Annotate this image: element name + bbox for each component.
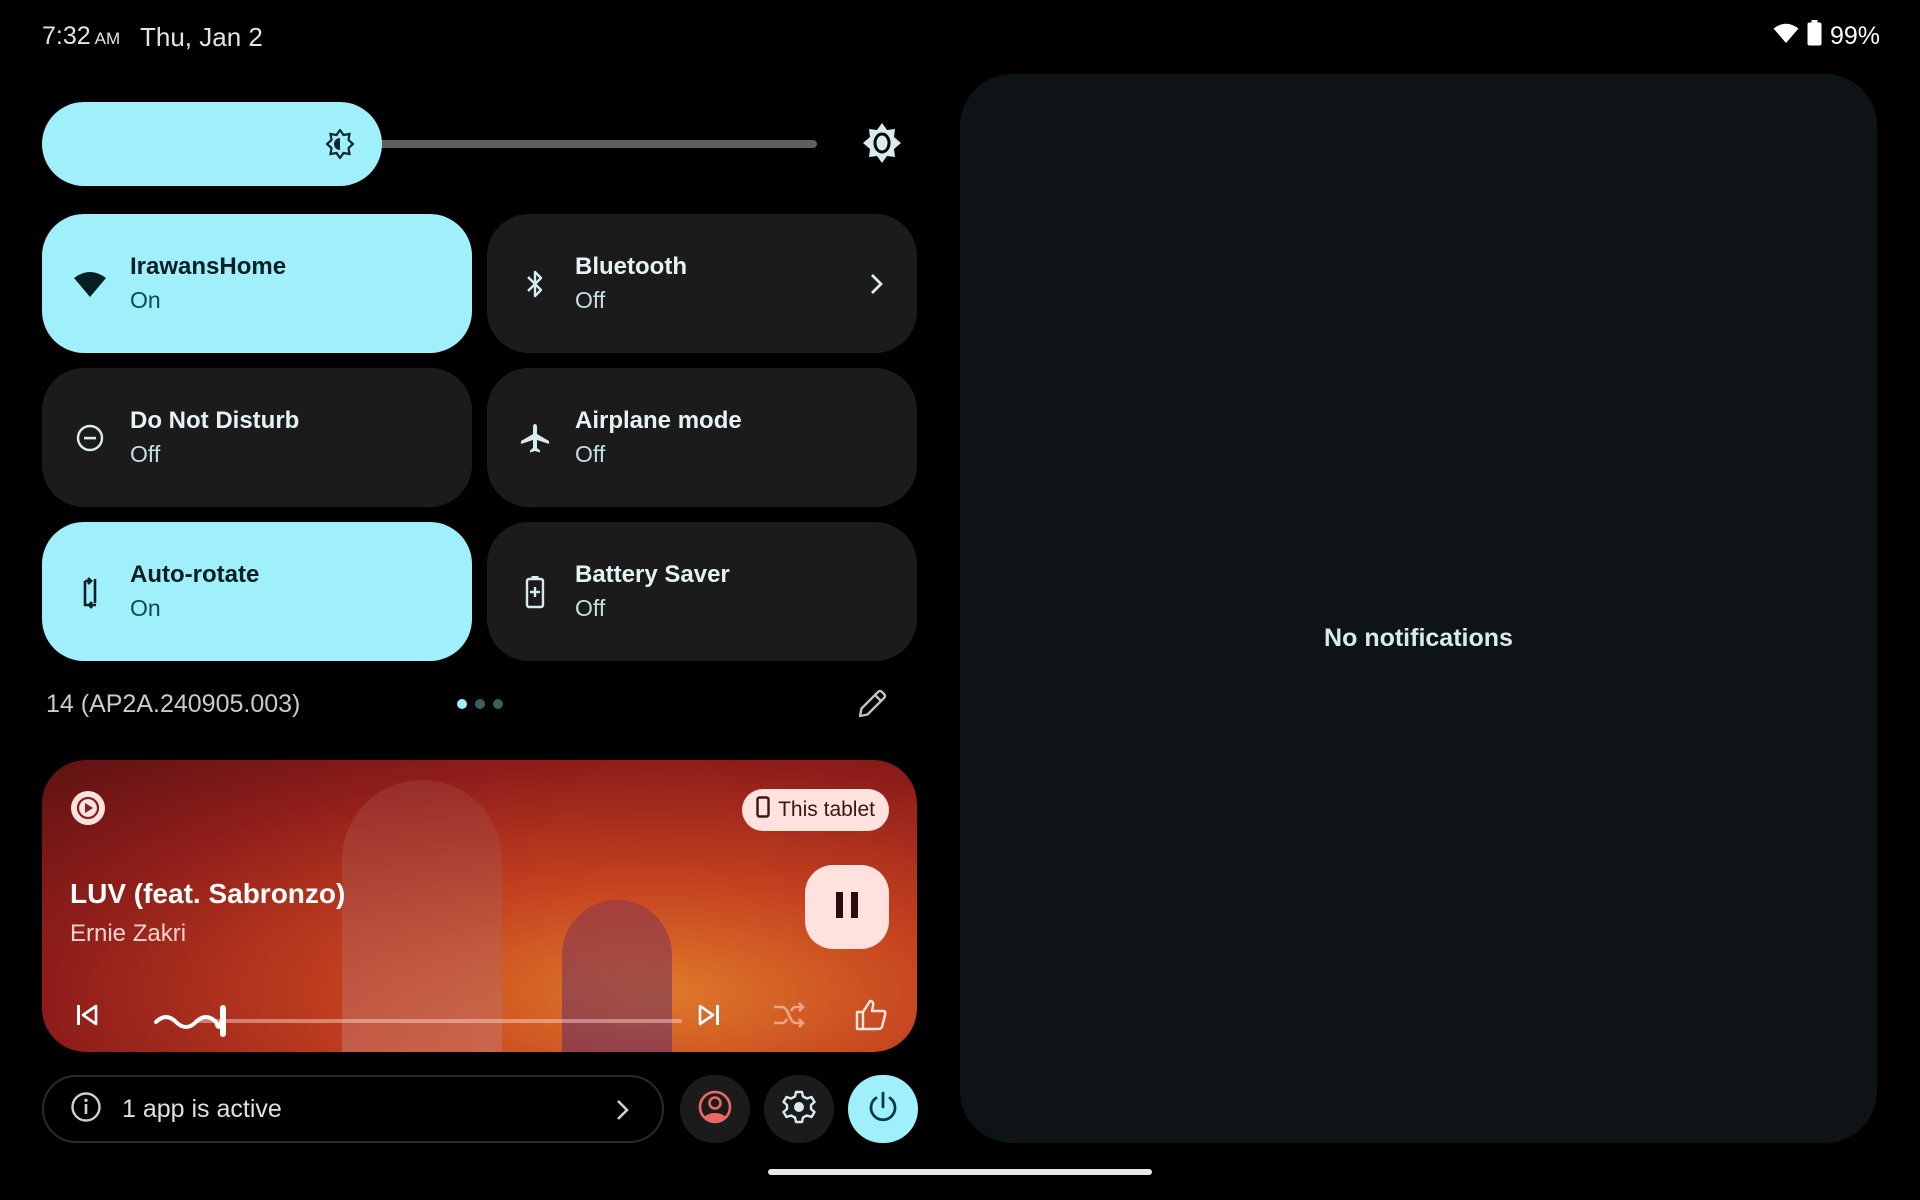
tile-text: Do Not Disturb Off	[130, 405, 299, 471]
album-art-figure	[342, 780, 502, 1052]
previous-button[interactable]	[70, 1000, 104, 1034]
wifi-icon	[72, 266, 108, 302]
page-dot	[457, 699, 467, 709]
thumbs-up-icon	[855, 999, 887, 1036]
seekbar-thumb[interactable]	[220, 1005, 226, 1037]
page-dot	[493, 699, 503, 709]
shuffle-icon	[772, 1001, 806, 1034]
chevron-right-icon	[614, 1098, 632, 1122]
tile-irawanshome[interactable]: IrawansHome On	[42, 214, 472, 353]
auto-rotate-icon	[72, 574, 108, 610]
seekbar-progress[interactable]	[154, 1006, 223, 1036]
tile-label: Bluetooth	[575, 252, 687, 280]
tile-label: Auto-rotate	[130, 560, 260, 588]
info-icon	[70, 1091, 102, 1128]
no-notifications-label: No notifications	[1324, 624, 1513, 652]
active-apps-label: 1 app is active	[122, 1094, 282, 1123]
tile-auto-rotate[interactable]: Auto-rotate On	[42, 522, 472, 661]
tile-text: IrawansHome On	[130, 251, 286, 317]
status-bar-date: Thu, Jan 2	[140, 22, 263, 52]
tile-airplane-mode[interactable]: Airplane mode Off	[487, 368, 917, 507]
airplane-icon	[517, 420, 553, 456]
wifi-icon	[1773, 22, 1799, 51]
thumbs-up-button[interactable]	[854, 999, 888, 1036]
tile-battery-saver[interactable]: Battery Saver Off	[487, 522, 917, 661]
edit-icon[interactable]	[855, 687, 889, 721]
battery-percent: 99%	[1829, 22, 1880, 50]
pause-button[interactable]	[805, 865, 889, 949]
media-artist: Ernie Zakri	[70, 920, 187, 947]
tablet-icon	[756, 796, 770, 824]
battery-saver-icon	[517, 574, 553, 610]
brightness-auto-icon[interactable]	[862, 122, 902, 164]
power-icon	[867, 1090, 899, 1129]
active-apps-button[interactable]: 1 app is active	[42, 1075, 664, 1143]
media-title: LUV (feat. Sabronzo)	[70, 878, 346, 909]
bluetooth-icon	[517, 266, 553, 302]
media-app-icon	[70, 790, 106, 826]
output-device-chip[interactable]: This tablet	[742, 789, 889, 831]
tile-bluetooth[interactable]: Bluetooth Off	[487, 214, 917, 353]
settings-icon	[782, 1090, 816, 1129]
brightness-icon	[325, 128, 355, 160]
tile-text: Auto-rotate On	[130, 559, 259, 625]
tile-do-not-disturb[interactable]: Do Not Disturb Off	[42, 368, 472, 507]
shuffle-button[interactable]	[772, 1000, 806, 1034]
clock-am-pm: AM	[94, 29, 121, 48]
tile-state: Off	[575, 594, 606, 621]
user-icon	[698, 1090, 732, 1129]
build-number[interactable]: 14 (AP2A.240905.003)	[46, 690, 300, 719]
settings-button[interactable]	[764, 1075, 834, 1143]
album-art-figure	[562, 900, 672, 1052]
power-button[interactable]	[848, 1075, 918, 1143]
status-bar-icons: 99%	[1773, 20, 1880, 53]
tile-state: On	[130, 594, 161, 621]
page-indicator	[457, 699, 503, 709]
tile-state: Off	[575, 440, 606, 467]
tile-label: IrawansHome	[130, 252, 287, 280]
page-dot	[475, 699, 485, 709]
chevron-right-icon[interactable]	[867, 271, 887, 297]
tile-state: On	[130, 286, 161, 313]
skip-next-icon	[697, 1003, 721, 1032]
tile-text: Airplane mode Off	[575, 405, 742, 471]
seekbar-track[interactable]	[194, 1019, 682, 1023]
user-switcher-button[interactable]	[680, 1075, 750, 1143]
skip-previous-icon	[75, 1003, 99, 1032]
tile-state: Off	[575, 286, 606, 313]
media-player-card[interactable]: This tablet LUV (feat. Sabronzo) Ernie Z…	[42, 760, 917, 1052]
tile-label: Battery Saver	[575, 560, 730, 588]
tile-state: Off	[130, 440, 161, 467]
pause-icon	[834, 891, 860, 924]
tile-text: Bluetooth Off	[575, 251, 687, 317]
tile-label: Airplane mode	[575, 406, 742, 434]
output-device-label: This tablet	[778, 798, 875, 821]
notification-panel: No notifications	[960, 74, 1877, 1143]
tile-text: Battery Saver Off	[575, 559, 730, 625]
status-bar-clock: 7:32 AM	[42, 22, 120, 51]
tile-label: Do Not Disturb	[130, 406, 300, 434]
do-not-disturb-icon	[72, 420, 108, 456]
battery-icon	[1807, 20, 1822, 53]
navigation-handle[interactable]	[768, 1169, 1152, 1175]
next-button[interactable]	[692, 1000, 726, 1034]
clock-time: 7:32	[42, 22, 91, 50]
